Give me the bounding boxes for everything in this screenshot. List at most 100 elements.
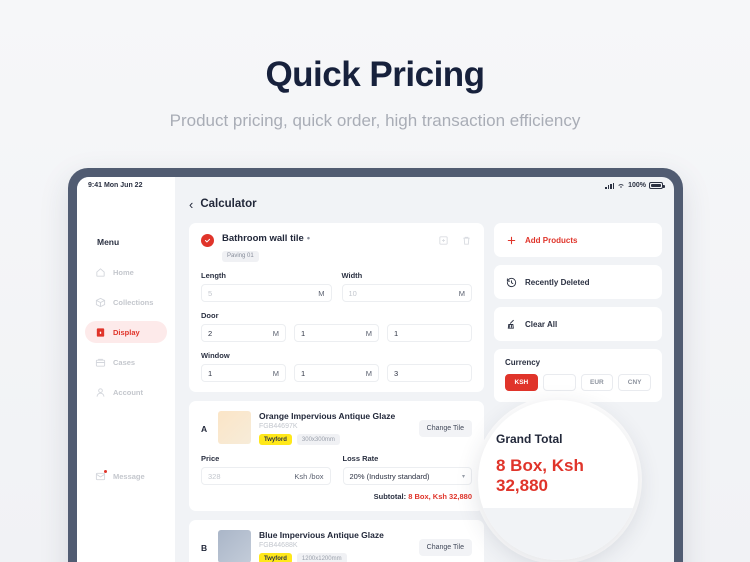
width-unit: M: [458, 288, 465, 298]
check-icon[interactable]: [201, 234, 214, 247]
size-badge: 1200x1200mm: [296, 553, 347, 562]
sidebar-item-label: Message: [113, 471, 145, 481]
clock-history-icon: [506, 277, 517, 287]
door-input-1[interactable]: 2 M: [201, 324, 286, 342]
window-unit-2: M: [365, 368, 372, 378]
subtotal-row: Subtotal: 8 Box, Ksh 32,880: [201, 492, 472, 501]
card-title-suffix: •: [306, 233, 310, 243]
page-title: Quick Pricing: [265, 55, 485, 94]
sidebar-item-label: Home: [113, 267, 134, 277]
window-input-3[interactable]: 3: [387, 364, 472, 382]
card-actions: [438, 233, 472, 246]
status-indicators: 100%: [605, 182, 665, 189]
loss-rate-field-group: Loss Rate 20% (Industry standard) ▾: [342, 454, 472, 485]
briefcase-icon: [95, 357, 106, 368]
sidebar-item-account[interactable]: Account: [85, 381, 167, 403]
currency-option-ksh[interactable]: KSH: [505, 374, 538, 391]
change-tile-button[interactable]: Change Tile: [418, 419, 472, 437]
loss-rate-value: 20% (Industry standard): [349, 471, 430, 481]
back-icon[interactable]: ‹: [189, 198, 193, 211]
product-sku: FGB44697K: [259, 423, 298, 430]
window-section: Window 1 M 1 M 3: [201, 351, 472, 382]
door-input-2[interactable]: 1 M: [294, 324, 379, 342]
door-inputs: 2 M 1 M 1: [201, 324, 472, 342]
hero-section: Quick Pricing Product pricing, quick ord…: [0, 0, 750, 131]
card-title: Bathroom wall tile: [222, 233, 304, 244]
length-input[interactable]: 5 M: [201, 284, 332, 302]
currency-option-cny[interactable]: CNY: [618, 374, 651, 391]
currency-option-eur[interactable]: EUR: [580, 374, 614, 391]
loss-rate-select[interactable]: 20% (Industry standard) ▾: [342, 467, 472, 485]
sidebar-item-message[interactable]: Message: [85, 465, 167, 487]
sidebar-title: Menu: [97, 237, 120, 247]
sidebar-item-label: Cases: [113, 357, 136, 367]
table-row: B Blue Impervious Antique Glaze FGB44688…: [189, 520, 484, 562]
grand-total-value: 8 Box, Ksh 32,880: [496, 456, 584, 495]
calculator-card: Bathroom wall tile • Paving 01 Length 5 …: [189, 223, 484, 392]
status-bar: 9:41 Mon Jun 22: [77, 177, 175, 194]
door-section: Door 2 M 1 M 1: [201, 311, 472, 342]
brand-badge: Twyford: [259, 553, 292, 562]
recently-deleted-button[interactable]: Recently Deleted: [494, 265, 662, 299]
add-products-label: Add Products: [525, 235, 578, 245]
card-title-row[interactable]: Bathroom wall tile •: [222, 233, 438, 244]
price-field-group: Price 328 Ksh /box: [201, 454, 331, 485]
window-inputs: 1 M 1 M 3: [201, 364, 472, 382]
length-field-group: Length 5 M: [201, 271, 332, 302]
wifi-icon: [618, 184, 624, 188]
sidebar-item-collections[interactable]: Collections: [85, 291, 167, 313]
product-chips: Twyford 300x300mm: [259, 434, 411, 445]
price-input[interactable]: 328 Ksh /box: [201, 467, 331, 485]
sidebar-item-display[interactable]: Display: [85, 321, 167, 343]
product-letter: B: [201, 543, 208, 553]
message-badge-dot: [103, 469, 107, 473]
price-unit: Ksh /box: [294, 471, 324, 481]
product-thumbnail[interactable]: [218, 411, 251, 444]
magnifier-lower-band: [478, 508, 638, 560]
brand-badge: Twyford: [259, 434, 292, 445]
product-name: Blue Impervious Antique Glaze: [259, 530, 384, 540]
status-bar-right: 100%: [175, 177, 674, 194]
currency-card: Currency KSH EUR CNY: [494, 349, 662, 402]
currency-option-2[interactable]: [542, 374, 576, 391]
clear-all-button[interactable]: Clear All: [494, 307, 662, 341]
product-pricing-fields: Price 328 Ksh /box Loss Rate 20% (Indust…: [201, 454, 472, 485]
product-header: B Blue Impervious Antique Glaze FGB44688…: [201, 530, 472, 562]
duplicate-icon[interactable]: [438, 235, 449, 246]
sidebar-item-home[interactable]: Home: [85, 261, 167, 283]
page-subtitle: Product pricing, quick order, high trans…: [169, 111, 581, 130]
trash-icon[interactable]: [461, 235, 472, 246]
product-chips: Twyford 1200x1200mm: [259, 553, 411, 562]
signal-icon: [605, 182, 615, 189]
add-products-button[interactable]: Add Products: [494, 223, 662, 257]
display-icon: [95, 327, 106, 338]
battery-percent: 100%: [628, 182, 646, 189]
card-header: Bathroom wall tile • Paving 01: [201, 233, 472, 262]
grand-total-label: Grand Total: [496, 432, 563, 446]
width-input[interactable]: 10 M: [341, 284, 472, 302]
length-unit: M: [318, 288, 325, 298]
sidebar-item-cases[interactable]: Cases: [85, 351, 167, 373]
sidebar: 9:41 Mon Jun 22 Menu Home Collections Di…: [77, 177, 175, 562]
width-label: Width: [341, 271, 363, 280]
status-time-group: 9:41 Mon Jun 22: [88, 182, 142, 189]
window-unit-1: M: [272, 368, 279, 378]
product-info: Orange Impervious Antique Glaze FGB44697…: [259, 411, 411, 445]
door-input-3[interactable]: 1: [387, 324, 472, 342]
sidebar-item-label: Account: [113, 387, 143, 397]
change-tile-button[interactable]: Change Tile: [418, 538, 472, 556]
clear-all-label: Clear All: [525, 319, 558, 329]
product-sku: FGB44688K: [259, 542, 298, 549]
width-field-group: Width 10 M: [341, 271, 472, 302]
window-input-2[interactable]: 1 M: [294, 364, 379, 382]
broom-icon: [507, 319, 514, 329]
status-time: 9:41 Mon Jun 22: [88, 182, 143, 189]
battery-icon: [649, 182, 665, 189]
window-input-1[interactable]: 1 M: [201, 364, 286, 382]
dimension-row: Length 5 M Width 10 M: [201, 271, 472, 302]
product-letter: A: [201, 424, 208, 434]
product-name: Orange Impervious Antique Glaze: [259, 411, 396, 421]
product-thumbnail[interactable]: [218, 530, 251, 562]
sidebar-item-label: Collections: [113, 297, 154, 307]
